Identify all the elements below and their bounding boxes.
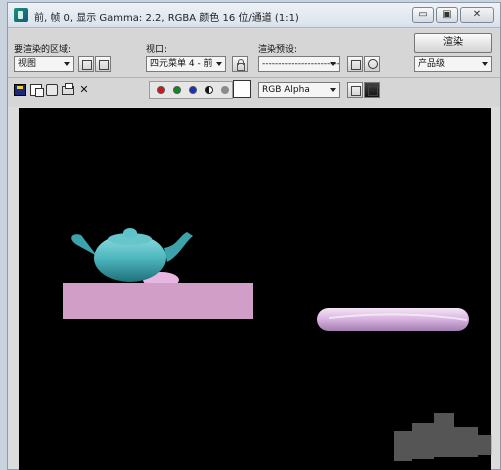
viewport-value: 四元菜单 4 - 前 [150,59,213,69]
render-setup-button[interactable] [347,56,363,72]
clear-icon[interactable]: ✕ [78,84,90,96]
close-icon: ✕ [472,9,482,20]
environment-effects-button[interactable] [364,56,380,72]
auto-region-button[interactable] [95,56,111,72]
blue-channel-toggle[interactable] [189,86,197,94]
minimize-icon: ▭ [418,9,428,20]
teapot [71,228,193,282]
watermark-pixels [388,413,498,469]
save-image-icon[interactable] [14,84,26,96]
display-channel-select[interactable]: RGB Alpha [258,82,340,98]
rendered-frame-window: 前, 帧 0, 显示 Gamma: 2.2, RGBA 颜色 16 位/通道 (… [7,2,501,470]
render-settings-panel: 要渲染的区域: 视图 视口: 四元菜单 4 - 前 渲染预设: --------… [8,29,500,107]
chevron-down-icon [64,62,70,66]
clone-window-icon[interactable] [46,84,58,96]
channel-toggle-group [149,81,233,99]
render-area-label: 要渲染的区域: [14,45,72,55]
quality-select[interactable]: 产品级 [414,56,492,72]
display-channel-value: RGB Alpha [262,85,310,95]
pill-object [317,308,469,331]
render-preset-label: 渲染预设: [258,45,298,55]
maximize-icon: ▣ [442,9,452,20]
alpha-channel-toggle[interactable] [205,86,213,94]
minimize-button[interactable]: ▭ [412,7,434,23]
viewport-label: 视口: [146,45,168,55]
print-icon[interactable] [62,83,74,95]
box-object [63,283,253,319]
lock-viewport-button[interactable] [232,56,248,72]
quality-value: 产品级 [418,59,446,69]
close-button[interactable]: ✕ [460,7,494,23]
color-swatch[interactable] [233,80,251,98]
red-channel-toggle[interactable] [157,86,165,94]
viewport-select[interactable]: 四元菜单 4 - 前 [146,56,226,72]
toggle-ui-overlay-button[interactable] [347,82,363,98]
window-controls: ▭ ▣ ✕ [412,7,494,23]
render-area-select[interactable]: 视图 [14,56,74,72]
divider [8,77,500,78]
chevron-down-icon [482,62,488,66]
copy-image-icon[interactable] [30,84,44,97]
render-button[interactable]: 渲染 [414,33,492,53]
window-title: 前, 帧 0, 显示 Gamma: 2.2, RGBA 颜色 16 位/通道 (… [34,13,299,24]
chevron-down-icon [330,62,336,66]
green-channel-toggle[interactable] [173,86,181,94]
render-preset-select[interactable]: ------------------------- [258,56,340,72]
render-preset-value: ------------------------- [262,59,340,69]
chevron-down-icon [216,62,222,66]
edit-region-button[interactable] [78,56,94,72]
app-icon [14,8,28,22]
title-bar[interactable]: 前, 帧 0, 显示 Gamma: 2.2, RGBA 颜色 16 位/通道 (… [8,3,500,28]
toggle-ui-button[interactable] [364,82,380,98]
maximize-button[interactable]: ▣ [436,7,458,23]
chevron-down-icon [330,88,336,92]
monochrome-toggle[interactable] [221,86,229,94]
render-area-value: 视图 [18,59,37,69]
